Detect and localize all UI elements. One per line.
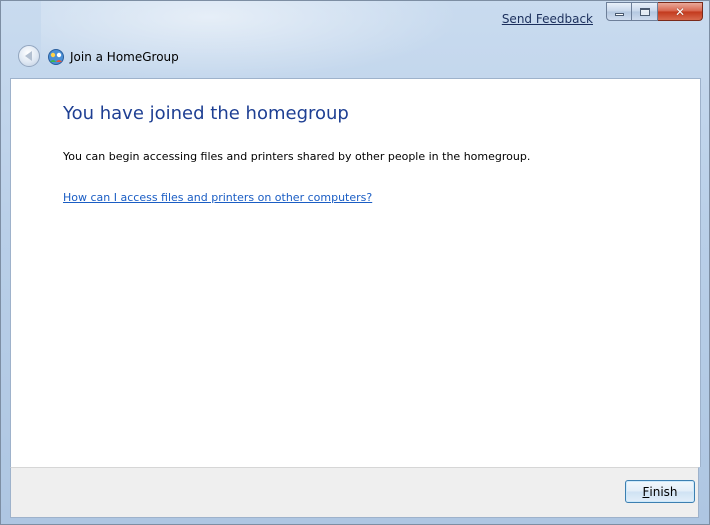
finish-button[interactable]: Finish bbox=[625, 480, 695, 503]
homegroup-window: Send Feedback ✕ Join a HomeGroup You hav… bbox=[0, 0, 710, 525]
minimize-button[interactable] bbox=[606, 2, 632, 21]
send-feedback-link[interactable]: Send Feedback bbox=[502, 12, 593, 26]
maximize-icon bbox=[639, 7, 650, 16]
caption-buttons: ✕ bbox=[606, 2, 703, 21]
description-text: You can begin accessing files and printe… bbox=[63, 150, 531, 163]
close-button[interactable]: ✕ bbox=[658, 2, 703, 21]
minimize-icon bbox=[614, 13, 624, 16]
page-title: Join a HomeGroup bbox=[70, 50, 179, 64]
content-panel: You have joined the homegroup You can be… bbox=[10, 78, 701, 467]
help-link[interactable]: How can I access files and printers on o… bbox=[63, 191, 372, 204]
close-icon: ✕ bbox=[674, 4, 686, 19]
main-heading: You have joined the homegroup bbox=[63, 103, 349, 124]
back-arrow-icon bbox=[24, 51, 32, 61]
finish-label-rest: inish bbox=[649, 484, 678, 499]
navigation-bar: Join a HomeGroup bbox=[1, 39, 709, 73]
footer-bar: Finish bbox=[10, 467, 699, 518]
title-bar: Send Feedback ✕ bbox=[1, 1, 709, 31]
back-button[interactable] bbox=[18, 45, 40, 67]
homegroup-icon bbox=[48, 49, 64, 65]
maximize-button[interactable] bbox=[632, 2, 658, 21]
finish-mnemonic: F bbox=[642, 484, 650, 499]
